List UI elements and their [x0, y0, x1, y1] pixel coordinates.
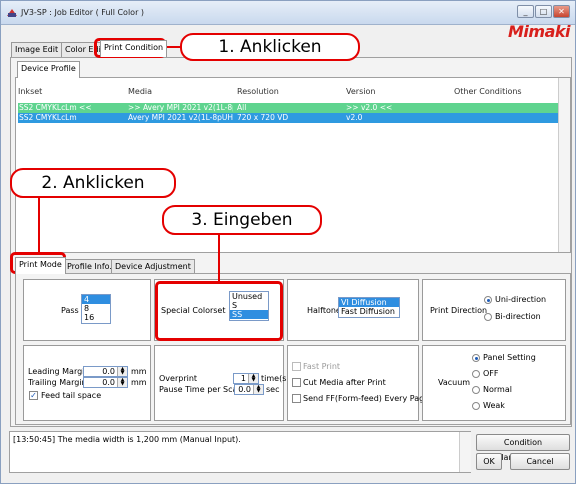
cell-version: >> v2.0 <<	[346, 103, 393, 112]
col-inkset: Inkset	[18, 87, 43, 96]
cell-resolution: 720 x 720 VD	[237, 113, 289, 122]
col-version: Version	[346, 87, 376, 96]
pass-label: Pass	[61, 306, 79, 315]
table-row[interactable]: SS2 CMYKLcLm << >> Avery MPI 2021 v2(1L-…	[18, 103, 569, 113]
spin-arrows-icon[interactable]: ▲ ▼	[248, 374, 258, 383]
send-ff-label: Send FF(Form-feed) Every Page	[303, 394, 430, 403]
overprint-label: Overprint	[159, 374, 198, 383]
app-icon	[7, 9, 17, 17]
col-resolution: Resolution	[237, 87, 279, 96]
col-media: Media	[128, 87, 153, 96]
tab-print-mode[interactable]: Print Mode	[15, 257, 66, 274]
table-row[interactable]: SS2 CMYKLcLm Avery MPI 2021 v2(1L-8pUH) …	[18, 113, 569, 123]
overprint-group	[154, 345, 284, 421]
pass-listbox[interactable]: 4 8 16	[81, 294, 111, 324]
title-bar: JV3-SP : Job Editor ( Full Color ) _ □ ✕	[1, 1, 575, 25]
callout-connector	[218, 233, 220, 281]
halftone-listbox[interactable]: VI Diffusion Fast Diffusion	[338, 297, 400, 318]
callout-connector	[38, 196, 40, 252]
profile-table-header: Inkset Media Resolution Version Other Co…	[18, 84, 569, 98]
vacuum-off-label: OFF	[483, 369, 499, 378]
overprint-unit: time(s)	[261, 374, 290, 383]
vacuum-normal-radio[interactable]	[472, 386, 480, 394]
cut-media-checkbox[interactable]	[292, 378, 301, 387]
log-scrollbar[interactable]	[459, 432, 471, 472]
leading-margin-unit: mm	[131, 367, 147, 376]
halftone-option[interactable]: Fast Diffusion	[339, 307, 399, 316]
cell-media: >> Avery MPI 2021 v2(1L-8p...	[128, 103, 233, 112]
send-ff-checkbox[interactable]	[292, 394, 301, 403]
cancel-button[interactable]: Cancel	[510, 453, 570, 470]
minimize-button[interactable]: _	[517, 5, 534, 18]
callout-3: 3. Eingeben	[162, 205, 322, 235]
fast-print-label: Fast Print	[303, 362, 341, 371]
vacuum-normal-label: Normal	[483, 385, 512, 394]
cell-media: Avery MPI 2021 v2(1L-8pUH)	[128, 113, 233, 122]
tab-profile-info[interactable]: Profile Info.	[63, 259, 116, 274]
vacuum-off-radio[interactable]	[472, 370, 480, 378]
tab-device-adjustment[interactable]: Device Adjustment	[111, 259, 195, 274]
cell-version: v2.0	[346, 113, 363, 122]
log-message: [13:50:45] The media width is 1,200 mm (…	[13, 435, 241, 444]
fast-print-checkbox[interactable]	[292, 362, 301, 371]
callout-connector	[166, 46, 180, 48]
panel-setting-radio[interactable]	[472, 354, 480, 362]
feed-tail-space-label: Feed tail space	[41, 391, 102, 400]
overprint-input[interactable]: 1 ▲ ▼	[233, 373, 259, 384]
highlight-special-colorset	[155, 281, 283, 341]
message-log[interactable]: [13:50:45] The media width is 1,200 mm (…	[9, 431, 471, 473]
tab-print-condition[interactable]: Print Condition	[100, 40, 168, 57]
tab-device-profile[interactable]: Device Profile	[17, 61, 80, 78]
pass-option[interactable]: 8	[82, 304, 110, 313]
uni-direction-radio[interactable]	[484, 296, 492, 304]
print-direction-label: Print Direction	[430, 306, 488, 315]
callout-2: 2. Anklicken	[10, 168, 176, 198]
trailing-margin-input[interactable]: 0.0 ▲ ▼	[83, 377, 128, 388]
bi-direction-radio[interactable]	[484, 313, 492, 321]
close-button[interactable]: ✕	[553, 5, 570, 18]
ok-button[interactable]: OK	[476, 453, 502, 470]
cell-inkset: SS2 CMYKLcLm <<	[19, 103, 92, 112]
callout-1: 1. Anklicken	[180, 33, 360, 61]
tab-image-edit[interactable]: Image Edit	[11, 42, 63, 57]
vacuum-weak-radio[interactable]	[472, 402, 480, 410]
pass-option[interactable]: 4	[82, 295, 110, 304]
cell-inkset: SS2 CMYKLcLm	[19, 113, 77, 122]
spin-arrows-icon[interactable]: ▲ ▼	[253, 385, 263, 394]
col-other-conditions: Other Conditions	[454, 87, 522, 96]
maximize-button[interactable]: □	[535, 5, 552, 18]
feed-tail-space-checkbox[interactable]: ✓	[29, 391, 38, 400]
mimaki-logo: Mimaki	[508, 22, 571, 41]
pass-option[interactable]: 16	[82, 313, 110, 322]
halftone-option[interactable]: VI Diffusion	[339, 298, 399, 307]
window-title: JV3-SP : Job Editor ( Full Color )	[21, 8, 145, 17]
cell-resolution: All	[237, 103, 247, 112]
spin-arrows-icon[interactable]: ▲ ▼	[117, 367, 127, 376]
leading-margin-input[interactable]: 0.0 ▲ ▼	[83, 366, 128, 377]
spin-arrows-icon[interactable]: ▲ ▼	[117, 378, 127, 387]
uni-direction-label: Uni-direction	[495, 295, 547, 304]
profile-scrollbar[interactable]	[558, 78, 570, 252]
pause-time-label: Pause Time per Scan	[159, 385, 243, 394]
trailing-margin-unit: mm	[131, 378, 147, 387]
vacuum-label: Vacuum	[438, 378, 471, 387]
pause-time-input[interactable]: 0.0 ▲ ▼	[234, 384, 264, 395]
bi-direction-label: Bi-direction	[495, 312, 541, 321]
vacuum-weak-label: Weak	[483, 401, 505, 410]
job-editor-window: JV3-SP : Job Editor ( Full Color ) _ □ ✕…	[0, 0, 576, 484]
panel-setting-label: Panel Setting	[483, 353, 536, 362]
trailing-margin-label: Trailing Margin	[28, 378, 87, 387]
halftone-label: Halftone	[307, 306, 341, 315]
leading-margin-label: Leading Margin	[28, 367, 90, 376]
condition-management-button[interactable]: Condition Management	[476, 434, 570, 462]
cut-media-label: Cut Media after Print	[303, 378, 386, 387]
pause-time-unit: sec	[266, 385, 280, 394]
